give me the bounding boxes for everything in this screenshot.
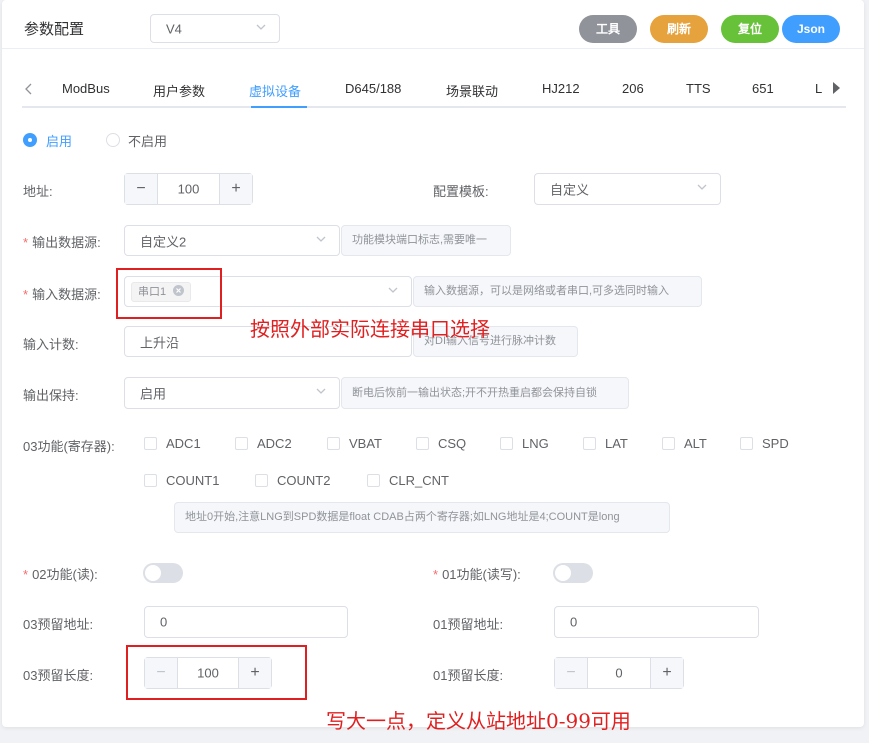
output-source-select[interactable]: 自定义2 bbox=[124, 225, 340, 256]
checkbox-clr-cnt[interactable] bbox=[367, 474, 380, 487]
func02-switch[interactable] bbox=[143, 563, 183, 583]
tab-hj212[interactable]: HJ212 bbox=[542, 81, 580, 96]
annotation-note-serial: 按照外部实际连接串口选择 bbox=[250, 317, 490, 341]
checkbox-spd[interactable] bbox=[740, 437, 753, 450]
output-hold-label: 输出保持: bbox=[23, 388, 79, 403]
annotation-box-input-source bbox=[116, 268, 222, 319]
radio-disabled[interactable] bbox=[106, 133, 120, 147]
input-count-label: 输入计数: bbox=[23, 337, 79, 352]
tab-651[interactable]: 651 bbox=[752, 81, 774, 96]
tab-bar-line bbox=[22, 106, 846, 108]
reset-button[interactable]: 复位 bbox=[721, 15, 779, 43]
checkbox-count1-label[interactable]: COUNT1 bbox=[166, 473, 219, 488]
output-source-hint: 功能模块端口标志,需要唯一 bbox=[341, 225, 511, 256]
checkbox-vbat[interactable] bbox=[327, 437, 340, 450]
config-card: 参数配置 V4 工具 刷新 复位 Json ModBus 用户参数 虚拟设备 D… bbox=[2, 0, 864, 727]
tab-modbus[interactable]: ModBus bbox=[62, 81, 110, 96]
radio-enabled-label[interactable]: 启用 bbox=[46, 131, 72, 150]
checkbox-count2[interactable] bbox=[255, 474, 268, 487]
checkbox-count1[interactable] bbox=[144, 474, 157, 487]
json-button[interactable]: Json bbox=[782, 15, 840, 43]
reserve01-len-increment-button[interactable]: + bbox=[650, 658, 683, 688]
checkbox-lat-label[interactable]: LAT bbox=[605, 436, 628, 451]
refresh-button[interactable]: 刷新 bbox=[650, 15, 708, 43]
tab-206[interactable]: 206 bbox=[622, 81, 644, 96]
tab-scene-link[interactable]: 场景联动 bbox=[446, 81, 498, 100]
reserve01-len-decrement-button[interactable]: − bbox=[555, 658, 588, 688]
checkbox-adc1-label[interactable]: ADC1 bbox=[166, 436, 201, 451]
reserve01-addr-label: 01预留地址: bbox=[433, 617, 504, 632]
address-stepper[interactable]: − 100 + bbox=[124, 173, 253, 205]
chevron-down-icon bbox=[696, 181, 708, 193]
func01-switch[interactable] bbox=[553, 563, 593, 583]
header-divider bbox=[2, 48, 864, 49]
template-value: 自定义 bbox=[550, 182, 590, 198]
func01-label: * 01功能(读写): bbox=[433, 567, 521, 582]
reserve03-len-label: 03预留长度: bbox=[23, 668, 94, 683]
tab-prev-icon[interactable] bbox=[22, 80, 36, 98]
checkbox-lat[interactable] bbox=[583, 437, 596, 450]
output-hold-hint: 断电后恢前一输出状态;开不开热重启都会保持自锁 bbox=[341, 377, 629, 409]
tab-l[interactable]: L bbox=[815, 81, 822, 96]
version-value: V4 bbox=[166, 21, 182, 36]
reserve03-addr-input[interactable]: 0 bbox=[144, 606, 348, 638]
checkbox-count2-label[interactable]: COUNT2 bbox=[277, 473, 330, 488]
reserve01-len-value[interactable]: 0 bbox=[587, 666, 651, 681]
checkbox-adc2-label[interactable]: ADC2 bbox=[257, 436, 292, 451]
checkbox-adc2[interactable] bbox=[235, 437, 248, 450]
checkbox-adc1[interactable] bbox=[144, 437, 157, 450]
checkbox-clr-cnt-label[interactable]: CLR_CNT bbox=[389, 473, 449, 488]
func03-label: 03功能(寄存器): bbox=[23, 439, 115, 454]
chevron-down-icon bbox=[315, 233, 327, 245]
checkbox-lng-label[interactable]: LNG bbox=[522, 436, 549, 451]
chevron-down-icon bbox=[387, 284, 399, 296]
func02-label: * 02功能(读): bbox=[23, 567, 98, 582]
tab-user-params[interactable]: 用户参数 bbox=[153, 81, 205, 100]
radio-enabled[interactable] bbox=[23, 133, 37, 147]
annotation-box-reserve-len bbox=[126, 645, 307, 700]
input-count-value: 上升沿 bbox=[140, 335, 180, 350]
output-hold-value: 启用 bbox=[140, 386, 167, 402]
chevron-down-icon bbox=[255, 21, 267, 33]
tab-virtual-device[interactable]: 虚拟设备 bbox=[249, 81, 301, 100]
template-select[interactable]: 自定义 bbox=[534, 173, 721, 205]
input-source-hint: 输入数据源，可以是网络或者串口,可多选同时输入 bbox=[413, 276, 702, 307]
chevron-down-icon bbox=[315, 385, 327, 397]
checkbox-lng[interactable] bbox=[500, 437, 513, 450]
output-source-value: 自定义2 bbox=[140, 234, 187, 249]
address-increment-button[interactable]: + bbox=[219, 174, 252, 204]
checkbox-spd-label[interactable]: SPD bbox=[762, 436, 789, 451]
version-select[interactable]: V4 bbox=[150, 14, 280, 43]
page-title: 参数配置 bbox=[24, 21, 85, 38]
input-source-label: * 输入数据源: bbox=[23, 287, 101, 302]
address-label: 地址: bbox=[23, 184, 53, 199]
address-decrement-button[interactable]: − bbox=[125, 174, 158, 204]
reserve03-addr-label: 03预留地址: bbox=[23, 617, 94, 632]
annotation-note-slave-address: 写大一点，定义从站地址0-99可用 bbox=[326, 709, 631, 733]
reserve01-addr-input[interactable]: 0 bbox=[554, 606, 759, 638]
checkbox-alt-label[interactable]: ALT bbox=[684, 436, 707, 451]
tab-d645[interactable]: D645/188 bbox=[345, 81, 401, 96]
reserve01-len-stepper[interactable]: − 0 + bbox=[554, 657, 684, 689]
template-label: 配置模板: bbox=[433, 184, 489, 199]
checkbox-vbat-label[interactable]: VBAT bbox=[349, 436, 382, 451]
address-value[interactable]: 100 bbox=[157, 182, 220, 197]
radio-disabled-label[interactable]: 不启用 bbox=[128, 131, 167, 150]
tab-tts[interactable]: TTS bbox=[686, 81, 711, 96]
checkbox-csq[interactable] bbox=[416, 437, 429, 450]
tools-button[interactable]: 工具 bbox=[579, 15, 637, 43]
checkbox-alt[interactable] bbox=[662, 437, 675, 450]
tab-next-icon[interactable] bbox=[830, 80, 842, 96]
checkbox-csq-label[interactable]: CSQ bbox=[438, 436, 466, 451]
output-hold-select[interactable]: 启用 bbox=[124, 377, 340, 409]
reserve01-len-label: 01预留长度: bbox=[433, 668, 504, 683]
func03-hint: 地址0开始,注意LNG到SPD数据是float CDAB占两个寄存器;如LNG地… bbox=[174, 502, 670, 533]
output-source-label: * 输出数据源: bbox=[23, 235, 101, 250]
tab-active-indicator bbox=[251, 106, 307, 108]
